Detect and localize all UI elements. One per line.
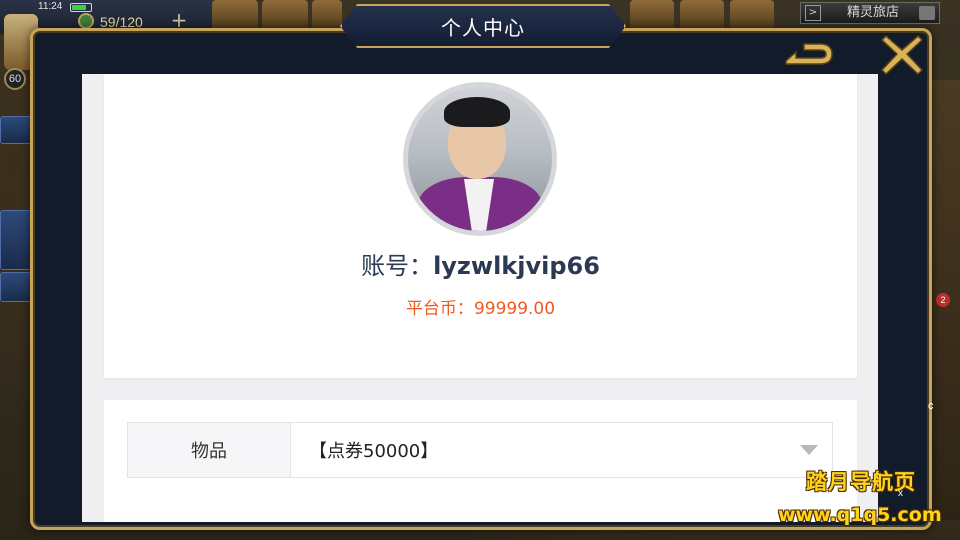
battery-icon (70, 3, 92, 12)
edge-text: c (928, 400, 934, 412)
side-quest-tab[interactable] (0, 272, 34, 302)
item-label: 物品 (128, 423, 291, 477)
chevron-down-icon (800, 445, 818, 455)
notification-badge: 2 (936, 293, 950, 307)
clock-text: 11:24 (38, 1, 63, 12)
shop-tab[interactable]: > 精灵旅店 (800, 2, 940, 24)
expand-arrow-icon[interactable]: > (805, 5, 821, 21)
item-select-row: 物品 【点券50000】 (127, 422, 833, 478)
user-avatar[interactable] (403, 82, 557, 236)
mail-icon[interactable] (919, 6, 935, 20)
modal-title: 个人中心 (441, 15, 525, 40)
account-line: 账号：lyzwlkjvip66 (104, 246, 857, 281)
coins-label: 平台币： (405, 299, 474, 319)
items-card: 物品 【点券50000】 (104, 400, 857, 522)
account-value: lyzwlkjvip66 (433, 252, 600, 280)
coins-value: 99999.00 (473, 299, 556, 319)
profile-card: 账号：lyzwlkjvip66 平台币：99999.00 (104, 74, 857, 378)
close-button[interactable] (878, 32, 926, 76)
side-quest-tab[interactable] (0, 210, 34, 270)
side-quest-tab[interactable] (0, 116, 34, 144)
close-icon (880, 34, 924, 76)
avatar-hair (444, 97, 510, 127)
player-level-badge: 60 (4, 68, 26, 90)
energy-icon (78, 13, 94, 29)
watermark-url: www.q1q5.com (778, 504, 942, 526)
modal-title-plate: 个人中心 (340, 4, 626, 48)
watermark-close-icon[interactable]: x (898, 488, 903, 499)
account-label: 账号： (361, 252, 434, 280)
back-arrow-icon (785, 43, 833, 65)
shop-tab-label: 精灵旅店 (847, 5, 900, 20)
platform-coins-line: 平台币：99999.00 (104, 294, 857, 319)
modal-content: 账号：lyzwlkjvip66 平台币：99999.00 物品 【点券50000… (82, 74, 878, 522)
item-selected-value: 【点券50000】 (309, 441, 439, 462)
item-dropdown[interactable]: 【点券50000】 (291, 423, 832, 477)
back-button[interactable] (782, 38, 838, 74)
